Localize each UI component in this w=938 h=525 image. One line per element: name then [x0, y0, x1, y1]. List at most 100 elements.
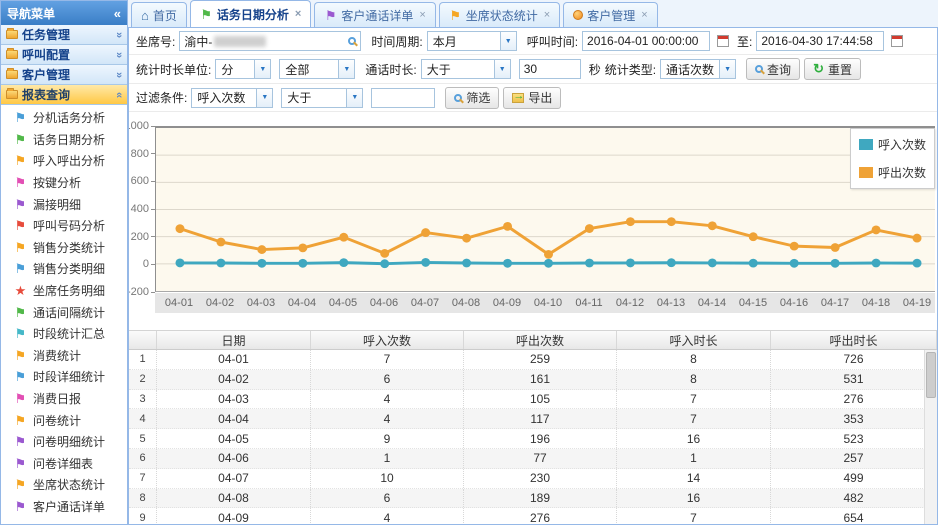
sidebar-item-问卷明细统计[interactable]: ⚑问卷明细统计: [1, 431, 127, 453]
tab-客户管理[interactable]: 客户管理 ×: [563, 2, 657, 27]
scope-select[interactable]: 全部▼: [279, 59, 355, 79]
sidebar-item-问卷统计[interactable]: ⚑问卷统计: [1, 409, 127, 431]
sidebar-item-消费日报[interactable]: ⚑ 消费日报: [1, 388, 127, 410]
tab-首页[interactable]: ⌂首页: [131, 2, 187, 27]
x-tick-label: 04-12: [609, 293, 651, 313]
sidebar-item-时段统计汇总[interactable]: ⚑时段统计汇总: [1, 323, 127, 345]
sidebar-item-label: 消费日报: [33, 390, 81, 407]
table-row[interactable]: 904-0942767654: [129, 508, 937, 525]
sidebar-item-label: 呼入呼出分析: [33, 152, 105, 169]
column-header-呼入时长[interactable]: 呼入时长: [617, 331, 771, 349]
scrollbar-thumb[interactable]: [926, 352, 936, 398]
data-point: [708, 221, 717, 230]
row-number: 3: [129, 390, 157, 409]
sidebar-item-label: 销售分类明细: [33, 260, 105, 277]
data-point: [872, 259, 881, 268]
table-cell: 7: [311, 350, 464, 369]
flag-icon: ⚑: [14, 392, 27, 405]
table-cell: 4: [311, 390, 464, 409]
filter-value-input[interactable]: [371, 88, 435, 108]
row-number: 1: [129, 350, 157, 369]
tab-客户通话详单[interactable]: ⚑客户通话详单×: [314, 2, 435, 27]
legend-label: 呼入次数: [878, 136, 926, 153]
data-point: [749, 232, 758, 241]
reset-button[interactable]: ↻ 重置: [804, 58, 861, 80]
close-icon[interactable]: ×: [544, 9, 550, 21]
table-row[interactable]: 104-0172598726: [129, 350, 937, 370]
sidebar-section-呼叫配置[interactable]: 呼叫配置»: [1, 45, 127, 65]
sidebar-item-分机话务分析[interactable]: ⚑分机话务分析: [1, 107, 127, 129]
row-number: 7: [129, 469, 157, 488]
sidebar-item-按键分析[interactable]: ⚑按键分析: [1, 172, 127, 194]
close-icon[interactable]: ×: [419, 9, 425, 21]
sidebar-section-报表查询[interactable]: 报表查询«: [1, 85, 127, 105]
column-header-呼出次数[interactable]: 呼出次数: [464, 331, 617, 349]
data-point: [544, 250, 553, 259]
sidebar-item-坐席任务明细[interactable]: ★坐席任务明细: [1, 280, 127, 302]
folder-icon: [6, 90, 18, 99]
table-row[interactable]: 804-08618916482: [129, 489, 937, 509]
sidebar: 导航菜单 « 任务管理»呼叫配置»客户管理»报表查询« ⚑分机话务分析⚑话务日期…: [0, 0, 128, 525]
sidebar-item-通话间隔统计[interactable]: ⚑通话间隔统计: [1, 301, 127, 323]
calltime-to-input[interactable]: [756, 31, 884, 51]
flag-icon: ⚑: [449, 9, 462, 22]
data-point: [626, 217, 635, 226]
sidebar-item-话务日期分析[interactable]: ⚑话务日期分析: [1, 129, 127, 151]
search-icon[interactable]: [348, 37, 356, 45]
column-header-呼入次数[interactable]: 呼入次数: [311, 331, 464, 349]
data-point: [175, 258, 184, 267]
sidebar-section-客户管理[interactable]: 客户管理»: [1, 65, 127, 85]
table-row[interactable]: 704-071023014499: [129, 469, 937, 489]
query-button[interactable]: 查询: [746, 58, 800, 80]
screen-button[interactable]: 筛选: [445, 87, 499, 109]
sidebar-item-销售分类明细[interactable]: ⚑销售分类明细: [1, 258, 127, 280]
unit-label: 统计时长单位:: [136, 61, 211, 78]
flag-icon: ⚑: [14, 414, 27, 427]
sidebar-item-漏接明细[interactable]: ⚑漏接明细: [1, 193, 127, 215]
table-row[interactable]: 604-061771257: [129, 449, 937, 469]
export-button[interactable]: 导出: [503, 87, 561, 109]
filter-field-select[interactable]: 呼入次数▼: [191, 88, 273, 108]
stat-type-select[interactable]: 通话次数▼: [660, 59, 736, 79]
column-header-呼出时长[interactable]: 呼出时长: [771, 331, 937, 349]
flag-icon: ⚑: [14, 500, 27, 513]
duration-value-input[interactable]: [519, 59, 581, 79]
tab-label: 客户管理: [587, 7, 635, 24]
sidebar-item-消费统计[interactable]: ⚑消费统计: [1, 345, 127, 367]
table-row[interactable]: 504-05919616523: [129, 429, 937, 449]
sidebar-item-呼入呼出分析[interactable]: ⚑呼入呼出分析: [1, 150, 127, 172]
close-icon[interactable]: ×: [641, 9, 647, 21]
data-point: [790, 259, 799, 268]
agent-input[interactable]: 渝中-: [179, 31, 361, 51]
flag-icon: ⚑: [14, 327, 27, 340]
table-row[interactable]: 204-0261618531: [129, 370, 937, 390]
sidebar-item-问卷详细表[interactable]: ⚑问卷详细表: [1, 453, 127, 475]
sidebar-collapse-icon[interactable]: «: [114, 6, 121, 21]
sidebar-item-呼叫号码分析[interactable]: ⚑呼叫号码分析: [1, 215, 127, 237]
data-point: [298, 259, 307, 268]
duration-op-select[interactable]: 大于▼: [421, 59, 511, 79]
sidebar-item-销售分类统计[interactable]: ⚑销售分类统计: [1, 237, 127, 259]
table-row[interactable]: 304-0341057276: [129, 390, 937, 410]
calendar-icon[interactable]: [891, 35, 903, 47]
to-label: 至:: [737, 33, 752, 50]
sidebar-item-时段详细统计[interactable]: ⚑时段详细统计: [1, 366, 127, 388]
period-select[interactable]: 本月▼: [427, 31, 517, 51]
sidebar-item-客户通话详单[interactable]: ⚑客户通话详单: [1, 496, 127, 518]
table-cell: 531: [771, 370, 937, 389]
x-tick-label: 04-19: [896, 293, 938, 313]
tab-坐席状态统计[interactable]: ⚑坐席状态统计×: [439, 2, 560, 27]
calendar-icon[interactable]: [717, 35, 729, 47]
tab-话务日期分析[interactable]: ⚑话务日期分析×: [190, 0, 311, 27]
filter-op-select[interactable]: 大于▼: [281, 88, 363, 108]
sidebar-item-坐席状态统计[interactable]: ⚑坐席状态统计: [1, 474, 127, 496]
table-cell: 04-02: [157, 370, 311, 389]
unit-select[interactable]: 分▼: [215, 59, 271, 79]
table-row[interactable]: 404-0441177353: [129, 409, 937, 429]
close-icon[interactable]: ×: [295, 8, 301, 20]
column-header-日期[interactable]: 日期: [157, 331, 311, 349]
table-scrollbar[interactable]: [924, 350, 937, 525]
calltime-from-input[interactable]: [582, 31, 710, 51]
sidebar-section-任务管理[interactable]: 任务管理»: [1, 25, 127, 45]
table-cell: 523: [771, 429, 937, 448]
